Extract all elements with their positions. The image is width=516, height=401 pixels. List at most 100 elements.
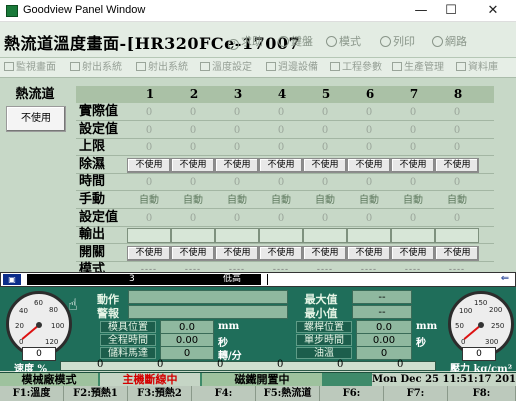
cell-r5-c4[interactable]: 自動 (259, 193, 303, 208)
row-divider (76, 138, 494, 139)
cell-r7-c1 (127, 228, 171, 243)
cell-r6-c5: 0 (321, 213, 329, 224)
cell-r6-c6: 0 (365, 213, 373, 224)
cell-r0-c1: 0 (145, 107, 153, 118)
alarm-field (128, 305, 288, 319)
strip-value: 3 (129, 274, 135, 284)
row-divider (76, 155, 494, 156)
cell-r8-c7[interactable]: 不使用 (391, 246, 435, 261)
alarm-label: 警報 (97, 307, 119, 320)
toolbar-peripheral[interactable]: 週邊設備 (266, 61, 318, 75)
f3-key[interactable]: F3:預熱2 (128, 386, 192, 401)
toolbar-injection-2[interactable]: 射出系統 (136, 61, 188, 75)
cell-r0-c7: 0 (409, 107, 417, 118)
cell-r3-c3[interactable]: 不使用 (215, 158, 259, 173)
maximize-button[interactable]: ☐ (436, 1, 466, 21)
f1-key[interactable]: F1:溫度 (0, 386, 64, 401)
cell-r6-c3: 0 (233, 213, 241, 224)
cell-r3-c7[interactable]: 不使用 (391, 158, 435, 173)
cell-r3-c5[interactable]: 不使用 (303, 158, 347, 173)
cell-r5-c5[interactable]: 自動 (303, 193, 347, 208)
cell-r8-c5[interactable]: 不使用 (303, 246, 347, 261)
row-label: 開關 (79, 245, 106, 260)
toolbar-monitor[interactable]: 監視畫面 (4, 61, 56, 75)
toolbar-temperature[interactable]: 溫度設定 (200, 61, 252, 75)
cell-r3-c1[interactable]: 不使用 (127, 158, 171, 173)
minimize-button[interactable]: — (406, 1, 436, 21)
section-label: 熱流道 (15, 87, 55, 102)
production-icon (392, 62, 402, 71)
cell-r7-c4 (259, 228, 303, 243)
max-value: -- (352, 290, 412, 304)
material-motor-label: 儲料馬達 (100, 347, 156, 359)
peripheral-icon (266, 62, 276, 71)
cell-r5-c3[interactable]: 自動 (215, 193, 259, 208)
close-button[interactable]: ✕ (478, 1, 508, 21)
cell-r5-c7[interactable]: 自動 (391, 193, 435, 208)
status-strip: ▣ 3 低高 ⇐ (0, 272, 516, 287)
cell-r8-c2[interactable]: 不使用 (171, 246, 215, 261)
cell-r8-c1[interactable]: 不使用 (127, 246, 171, 261)
cell-r6-c1: 0 (145, 213, 153, 224)
mold-position-unit: mm (218, 321, 240, 332)
toolbar-database[interactable]: 資料庫 (456, 61, 498, 75)
screen-icon: ▣ (3, 274, 21, 285)
cell-r8-c3[interactable]: 不使用 (215, 246, 259, 261)
cell-r1-c6: 0 (365, 125, 373, 136)
row-label: 設定值 (79, 210, 119, 225)
cell-r4-c4: 0 (277, 177, 285, 188)
f8-key[interactable]: F8: (448, 386, 516, 401)
help-button[interactable]: ? 求助 (228, 33, 263, 50)
f6-key[interactable]: F6: (320, 386, 384, 401)
toolbar-injection-1[interactable]: 射出系統 (70, 61, 122, 75)
f5-key[interactable]: F5:熱流道 (256, 386, 320, 401)
cell-r3-c8[interactable]: 不使用 (435, 158, 479, 173)
cell-r6-c7: 0 (409, 213, 417, 224)
cell-r5-c2[interactable]: 自動 (171, 193, 215, 208)
status-bar: 模械廠模式 主機斷線中 磁鐵開置中 Mon Dec 25 11:51:17 20… (0, 372, 516, 387)
row-divider (76, 120, 494, 121)
magnet-status: 磁鐵開置中 (202, 373, 322, 387)
row-label: 除濕 (79, 157, 106, 172)
cell-r5-c8[interactable]: 自動 (435, 193, 479, 208)
cell-r3-c6[interactable]: 不使用 (347, 158, 391, 173)
cell-r3-c2[interactable]: 不使用 (171, 158, 215, 173)
cell-r8-c8[interactable]: 不使用 (435, 246, 479, 261)
column-header-1: 1 (128, 86, 172, 102)
f7-key[interactable]: F7: (384, 386, 448, 401)
row-label: 設定值 (79, 122, 119, 137)
injection-icon (70, 62, 80, 71)
cell-r7-c3 (215, 228, 259, 243)
keyboard-button[interactable]: 鍵盤 (278, 33, 313, 49)
cell-r4-c8: 0 (453, 177, 461, 188)
mode-button[interactable]: 模式 (326, 33, 361, 49)
hot-runner-unused-button[interactable]: 不使用 (6, 106, 66, 132)
cell-r8-c6[interactable]: 不使用 (347, 246, 391, 261)
progress-bar: 3 低高 (27, 274, 261, 285)
temperature-icon (200, 62, 210, 71)
cycle-time-label: 全程時間 (100, 334, 156, 346)
cell-r2-c1: 0 (145, 142, 153, 153)
cell-r5-c1[interactable]: 自動 (127, 193, 171, 208)
row-divider (76, 261, 494, 262)
row-divider (76, 173, 494, 174)
print-button[interactable]: 列印 (380, 33, 415, 49)
window-title: Goodview Panel Window (23, 4, 146, 16)
network-button[interactable]: 網路 (432, 33, 467, 49)
f2-key[interactable]: F2:預熱1 (64, 386, 128, 401)
machine-mode: 模械廠模式 (0, 373, 98, 387)
cell-r5-c6[interactable]: 自動 (347, 193, 391, 208)
column-header-7: 7 (392, 86, 436, 102)
cell-r6-c8: 0 (453, 213, 461, 224)
cell-r1-c5: 0 (321, 125, 329, 136)
back-arrow-icon[interactable]: ⇐ (497, 273, 513, 285)
cycle-time-value: 0.00 (160, 333, 214, 347)
f4-key[interactable]: F4: (192, 386, 256, 401)
cell-r8-c4[interactable]: 不使用 (259, 246, 303, 261)
row-label: 輸出 (79, 227, 106, 242)
cell-r3-c4[interactable]: 不使用 (259, 158, 303, 173)
cell-r1-c1: 0 (145, 125, 153, 136)
toolbar-production[interactable]: 生產管理 (392, 61, 444, 75)
toolbar-engineering[interactable]: 工程參數 (330, 61, 382, 75)
cell-r2-c2: 0 (189, 142, 197, 153)
